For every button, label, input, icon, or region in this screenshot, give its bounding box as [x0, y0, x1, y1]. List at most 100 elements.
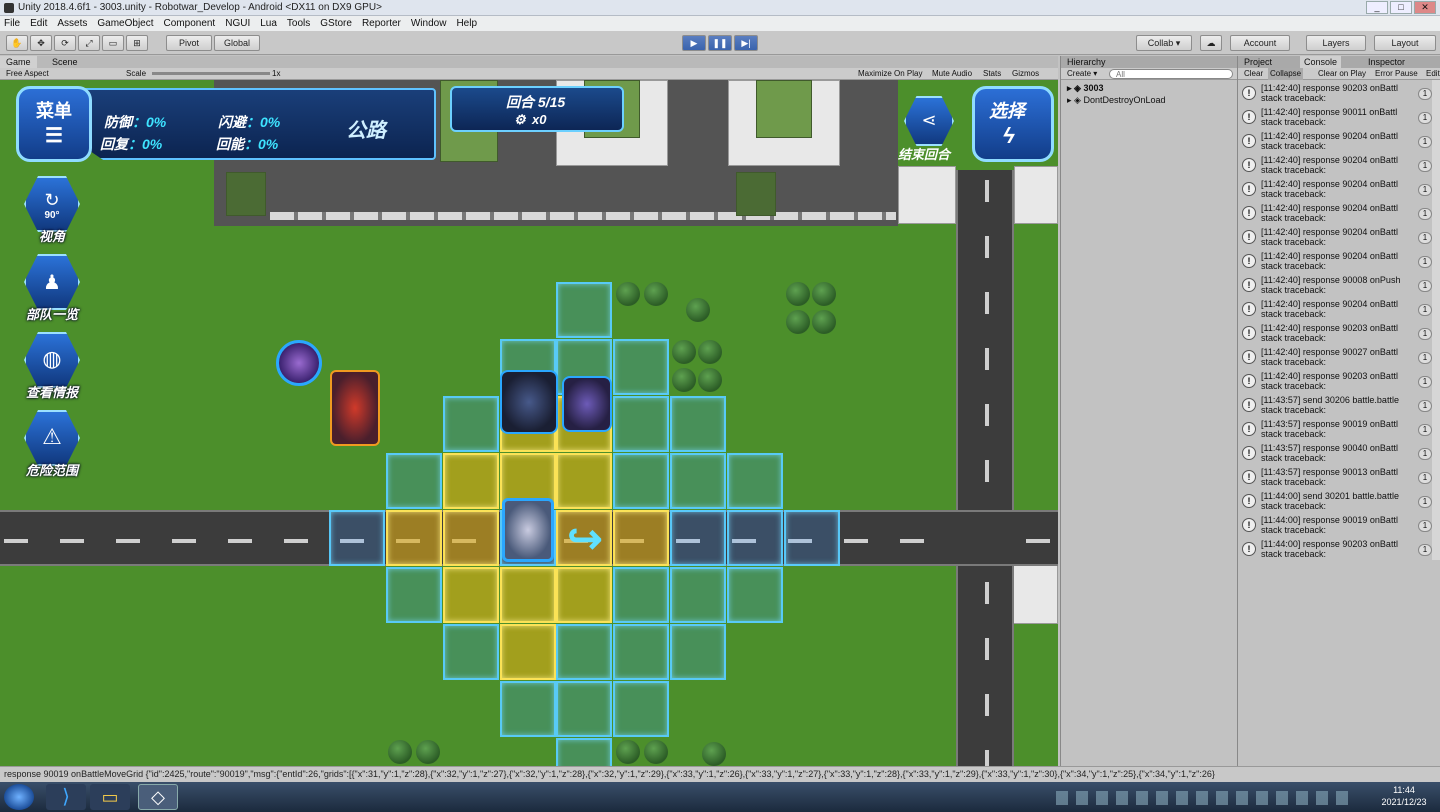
console-scrollbar[interactable] — [1432, 80, 1440, 560]
move-grid-cell[interactable] — [727, 510, 783, 566]
move-grid-cell[interactable] — [670, 396, 726, 452]
tab-inspector[interactable]: Inspector — [1368, 56, 1405, 68]
console-log-entry[interactable]: ! [11:42:40] response 90011 onBattl stack … — [1238, 106, 1434, 130]
console-log-entry[interactable]: ! [11:42:40] response 90027 onBattl stack … — [1238, 346, 1434, 370]
taskbar-clock[interactable]: 11:44 2021/12/23 — [1374, 784, 1434, 808]
console-log-entry[interactable]: ! [11:44:00] send 30201 battle.battle stac… — [1238, 490, 1434, 514]
hand-tool-icon[interactable]: ✋ — [6, 35, 28, 51]
editor-dropdown[interactable]: Edit — [1426, 68, 1440, 80]
mute-audio-toggle[interactable]: Mute Audio — [932, 68, 972, 80]
play-button-icon[interactable]: ▶ — [682, 35, 706, 51]
move-grid-cell[interactable] — [670, 567, 726, 623]
layers-dropdown[interactable]: Layers — [1306, 35, 1366, 51]
move-grid-cell[interactable] — [556, 681, 612, 737]
move-grid-cell[interactable] — [613, 624, 669, 680]
menu-assets[interactable]: Assets — [53, 16, 93, 31]
move-grid-cell[interactable] — [670, 510, 726, 566]
console-log-entry[interactable]: ! [11:42:40] response 90203 onBattl stack … — [1238, 370, 1434, 394]
menu-component[interactable]: Component — [160, 16, 222, 31]
menu-lua[interactable]: Lua — [256, 16, 283, 31]
aspect-dropdown[interactable]: Free Aspect — [6, 68, 49, 80]
unity-icon[interactable]: ◇ — [138, 784, 178, 810]
file-explorer-icon[interactable]: ▭ — [90, 784, 130, 810]
collapse-toggle[interactable]: Collapse — [1268, 68, 1304, 80]
tab-hierarchy[interactable]: Hierarchy — [1061, 56, 1237, 68]
console-log-entry[interactable]: ! [11:43:57] response 90013 onBattl stack … — [1238, 466, 1434, 490]
attack-grid-cell[interactable] — [500, 567, 556, 623]
attack-grid-cell[interactable] — [386, 510, 442, 566]
console-log-entry[interactable]: ! [11:42:40] response 90008 onPush stack t… — [1238, 274, 1434, 298]
ally-mech-unit[interactable] — [562, 376, 612, 432]
attack-grid-cell[interactable] — [556, 453, 612, 509]
transform-tool-icon[interactable]: ⊞ — [126, 35, 148, 51]
console-log-entry[interactable]: ! [11:42:40] response 90204 onBattl stack … — [1238, 178, 1434, 202]
close-button[interactable]: ✕ — [1414, 1, 1436, 14]
rect-tool-icon[interactable]: ▭ — [102, 35, 124, 51]
rotate-tool-icon[interactable]: ⟳ — [54, 35, 76, 51]
cloud-icon[interactable]: ☁ — [1200, 35, 1222, 51]
minimize-button[interactable]: _ — [1366, 1, 1388, 14]
menu-reporter[interactable]: Reporter — [358, 16, 407, 31]
console-log-entry[interactable]: ! [11:42:40] response 90203 onBattl stack … — [1238, 82, 1434, 106]
create-dropdown[interactable]: Create ▾ — [1067, 68, 1097, 80]
system-tray-icons[interactable] — [1056, 791, 1356, 805]
global-toggle[interactable]: Global — [214, 35, 260, 51]
step-button-icon[interactable]: ▶| — [734, 35, 758, 51]
move-grid-cell[interactable] — [443, 624, 499, 680]
menu-tools[interactable]: Tools — [283, 16, 316, 31]
attack-grid-cell[interactable] — [443, 567, 499, 623]
pivot-toggle[interactable]: Pivot — [166, 35, 212, 51]
game-viewport[interactable]: ↪ — [0, 80, 1058, 766]
console-log-entry[interactable]: ! [11:42:40] response 90204 onBattl stack … — [1238, 154, 1434, 178]
move-grid-cell[interactable] — [443, 396, 499, 452]
move-grid-cell[interactable] — [556, 738, 612, 766]
move-grid-cell[interactable] — [500, 681, 556, 737]
menu-button[interactable]: 菜单 ☰ — [16, 86, 92, 162]
turn-arrow-icon[interactable]: ↪ — [562, 516, 608, 562]
windows-start-icon[interactable] — [4, 784, 34, 810]
console-log-entry[interactable]: ! [11:42:40] response 90203 onBattl stack … — [1238, 322, 1434, 346]
console-log-entry[interactable]: ! [11:44:00] response 90203 onBattl stack … — [1238, 538, 1434, 562]
scale-tool-icon[interactable]: ⤢ — [78, 35, 100, 51]
console-log-entry[interactable]: ! [11:43:57] send 30206 battle.battle stac… — [1238, 394, 1434, 418]
attack-grid-cell[interactable] — [443, 510, 499, 566]
stats-toggle[interactable]: Stats — [983, 68, 1001, 80]
hierarchy-item-dontdestroy[interactable]: ▸ ◈ DontDestroyOnLoad — [1067, 94, 1166, 106]
move-grid-cell[interactable] — [784, 510, 840, 566]
menu-edit[interactable]: Edit — [26, 16, 53, 31]
layout-dropdown[interactable]: Layout — [1374, 35, 1436, 51]
move-grid-cell[interactable] — [613, 567, 669, 623]
move-tool-icon[interactable]: ✥ — [30, 35, 52, 51]
console-log-entry[interactable]: ! [11:42:40] response 90204 onBattl stack … — [1238, 250, 1434, 274]
console-log-entry[interactable]: ! [11:44:00] response 90019 onBattl stack … — [1238, 514, 1434, 538]
attack-grid-cell[interactable] — [556, 567, 612, 623]
clear-button[interactable]: Clear — [1244, 68, 1263, 80]
select-button[interactable]: 选择 ϟ — [972, 86, 1054, 162]
move-grid-cell[interactable] — [670, 453, 726, 509]
tab-project[interactable]: Project — [1244, 56, 1272, 68]
vscode-icon[interactable]: ⟩ — [46, 784, 86, 810]
console-log-entry[interactable]: ! [11:42:40] response 90204 onBattl stack … — [1238, 298, 1434, 322]
pause-button-icon[interactable]: ❚❚ — [708, 35, 732, 51]
move-grid-cell[interactable] — [556, 282, 612, 338]
tab-game[interactable]: Game — [0, 56, 37, 68]
console-log-entry[interactable]: ! [11:43:57] response 90040 onBattl stack … — [1238, 442, 1434, 466]
maximize-on-play-toggle[interactable]: Maximize On Play — [858, 68, 922, 80]
collab-button[interactable]: Collab ▾ — [1136, 35, 1192, 51]
gizmos-dropdown[interactable]: Gizmos — [1012, 68, 1039, 80]
menu-window[interactable]: Window — [407, 16, 453, 31]
attack-grid-cell[interactable] — [443, 453, 499, 509]
move-grid-cell[interactable] — [556, 624, 612, 680]
ally-heavy-mech-unit[interactable] — [500, 370, 558, 434]
menu-file[interactable]: File — [0, 16, 26, 31]
account-dropdown[interactable]: Account — [1230, 35, 1290, 51]
move-grid-cell[interactable] — [613, 453, 669, 509]
ally-mech-unit[interactable] — [276, 340, 322, 386]
attack-grid-cell[interactable] — [500, 624, 556, 680]
hierarchy-item-scene[interactable]: ▸ ◈ 3003 — [1067, 82, 1104, 94]
move-grid-cell[interactable] — [386, 567, 442, 623]
move-grid-cell[interactable] — [613, 339, 669, 395]
tab-console[interactable]: Console — [1300, 56, 1342, 68]
maximize-button[interactable]: □ — [1390, 1, 1412, 14]
clear-on-play-toggle[interactable]: Clear on Play — [1318, 68, 1366, 80]
